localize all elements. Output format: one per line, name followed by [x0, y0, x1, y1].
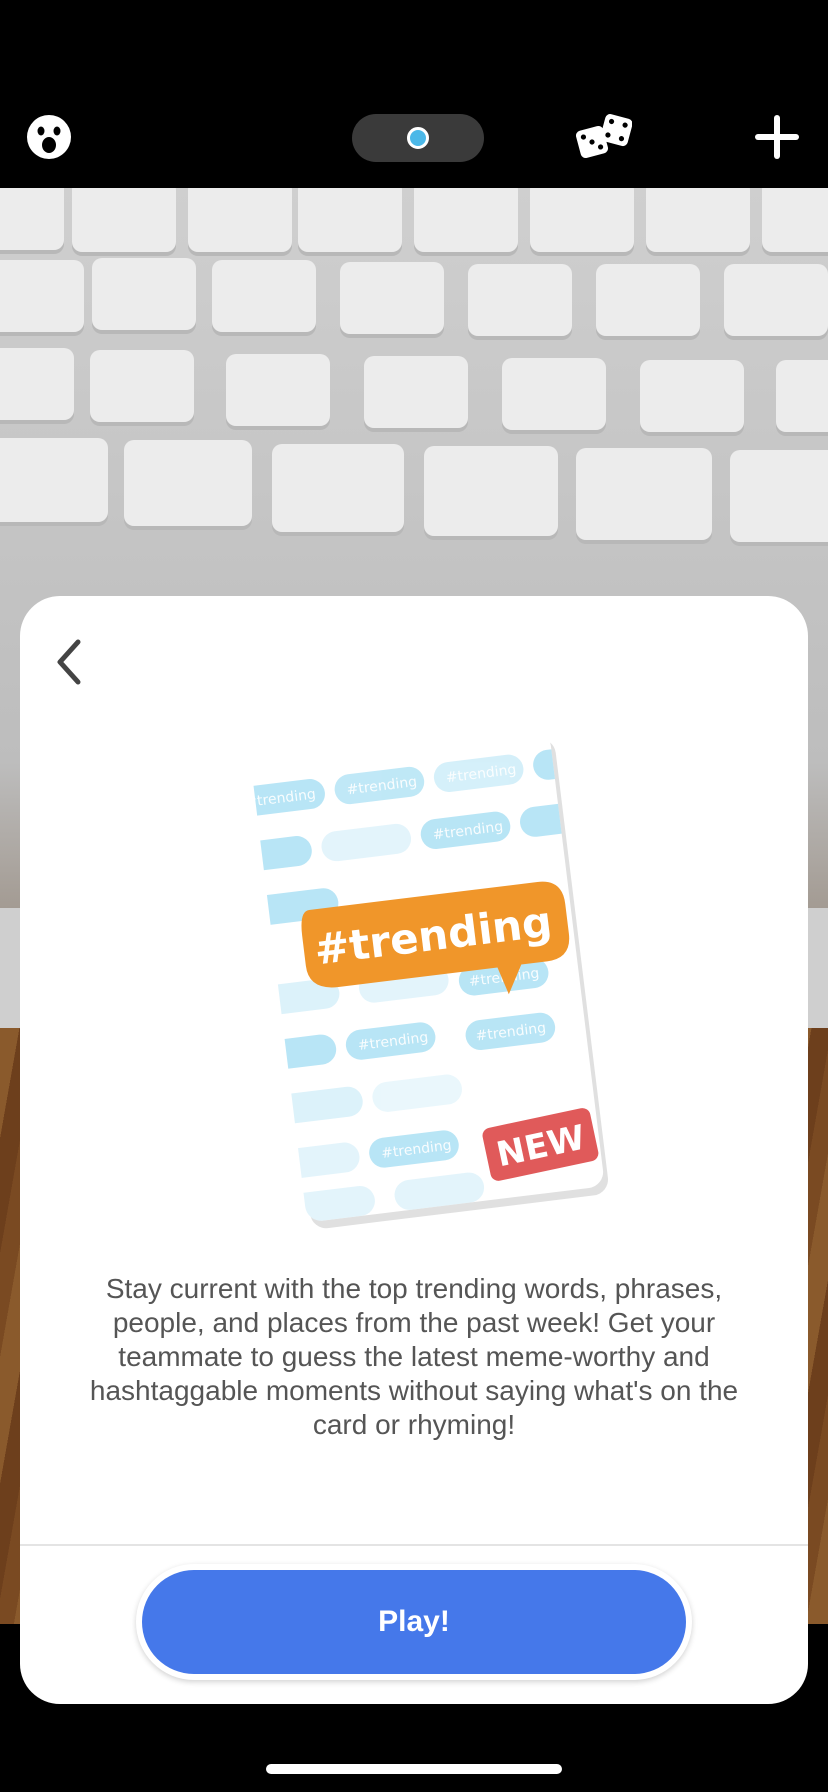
keyboard-key [776, 360, 828, 432]
keyboard-key [92, 258, 196, 330]
keyboard-key [0, 260, 84, 332]
keyboard-key [576, 448, 712, 540]
play-button[interactable]: Play! [136, 1564, 692, 1680]
page-dot-icon [407, 127, 429, 149]
keyboard-key [272, 444, 404, 532]
keyboard-key [0, 438, 108, 522]
keyboard-key [724, 264, 828, 336]
chevron-left-icon [57, 639, 81, 685]
keyboard-key [188, 188, 292, 252]
keyboard-key [424, 446, 558, 536]
keyboard-key [0, 188, 64, 250]
keyboard-key [530, 188, 634, 252]
keyboard-key [640, 360, 744, 432]
keyboard-key [0, 348, 74, 420]
keyboard-key [414, 188, 518, 252]
keyboard-key [730, 450, 828, 542]
keyboard-key [502, 358, 606, 430]
keyboard-key [212, 260, 316, 332]
deck-detail-sheet: #trending #trending #trending #trending … [20, 596, 808, 1704]
surprised-face-icon[interactable] [26, 114, 72, 160]
home-indicator[interactable] [266, 1764, 562, 1774]
keyboard-key [468, 264, 572, 336]
keyboard-key [364, 356, 468, 428]
deck-description: Stay current with the top trending words… [89, 1273, 739, 1440]
dice-icon[interactable] [575, 114, 633, 160]
keyboard-key [226, 354, 330, 426]
keyboard-key [298, 188, 402, 252]
keyboard-key [90, 350, 194, 422]
keyboard-key [596, 264, 700, 336]
keyboard-key [762, 188, 828, 252]
page-indicator[interactable] [352, 114, 484, 162]
back-button[interactable] [46, 634, 94, 690]
deck-card-image: #trending #trending #trending #trending … [238, 696, 618, 1236]
top-bar [0, 0, 828, 188]
play-button-label: Play! [142, 1570, 686, 1674]
keyboard-key [646, 188, 750, 252]
keyboard-key [72, 188, 176, 252]
keyboard-key [124, 440, 252, 526]
plus-icon[interactable] [754, 114, 800, 160]
divider [20, 1544, 808, 1546]
keyboard-key [340, 262, 444, 334]
